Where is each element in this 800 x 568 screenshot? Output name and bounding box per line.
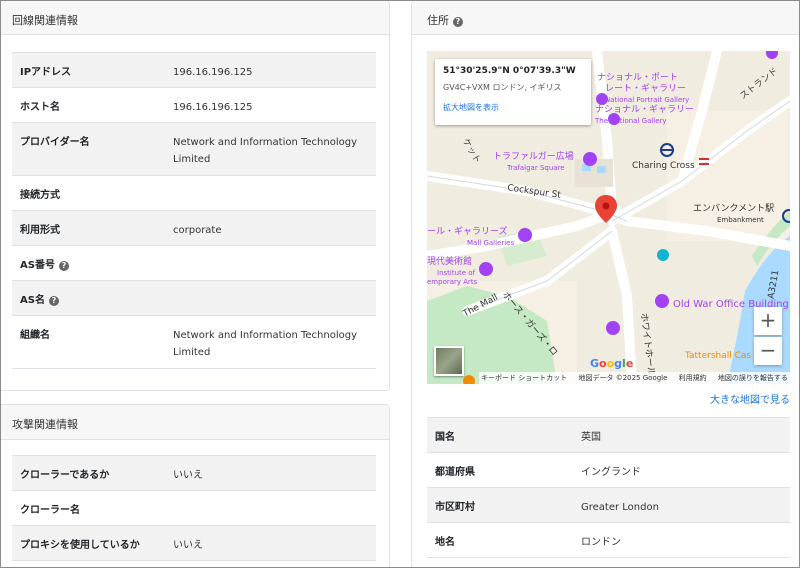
row-label: AS番号? (12, 245, 165, 281)
help-icon[interactable]: ? (48, 296, 59, 306)
row-value (165, 490, 376, 526)
row-value (165, 280, 376, 316)
table-row: クローラー名 (12, 490, 376, 526)
map-view[interactable]: ナショナル・ポート レート・ギャラリー National Portrait Ga… (427, 51, 790, 384)
map-data-credit: 地図データ ©2025 Google (578, 374, 668, 382)
terms-link[interactable]: 利用規約 (679, 374, 707, 382)
zoom-out-button[interactable]: − (754, 337, 782, 365)
map-label: emporary Arts (427, 278, 478, 286)
attack-info-card: 攻撃関連情報 クローラーであるか いいえ クローラー名 プロキシを使用しているか… (0, 404, 390, 568)
google-logo: Google (590, 357, 634, 370)
view-larger-map-link[interactable]: 拡大地図を表示 (443, 102, 583, 113)
map-label: 現代美術館 (427, 257, 473, 267)
map-label: ナショナル・ギャラリー (595, 105, 695, 115)
help-icon[interactable]: ? (58, 261, 69, 271)
line-info-header: 回線関連情報 (0, 1, 389, 35)
table-row: 都道府県 イングランド (427, 452, 790, 488)
table-row: クローラーであるか いいえ (12, 455, 376, 491)
table-row: プロキシを使用しているか いいえ (12, 525, 376, 561)
table-row: 利用形式 corporate (12, 210, 376, 246)
map-attribution: キーボード ショートカット 地図データ ©2025 Google 利用規約 地図… (479, 372, 790, 384)
larger-map-link[interactable]: 大きな地図で見る (710, 391, 790, 406)
row-value: いいえ (165, 455, 376, 491)
row-value: 196.16.196.125 (165, 52, 376, 88)
row-label: プロバイダー名 (12, 122, 165, 176)
map-info-popup: 51°30'25.9"N 0°07'39.3"W GV4C+VXM ロンドン, … (435, 59, 591, 125)
map-label: Tattershall Cas (685, 351, 752, 361)
row-value: corporate (165, 210, 376, 246)
table-row: 市区町村 Greater London (427, 487, 790, 523)
map-coordinates: 51°30'25.9"N 0°07'39.3"W (443, 66, 576, 76)
row-value (165, 175, 376, 211)
row-value: 英国 (573, 417, 790, 453)
address-table: 国名 英国 都道府県 イングランド 市区町村 Greater London 地名… (427, 417, 790, 558)
attack-info-header: 攻撃関連情報 (0, 405, 389, 440)
map-label: Charing Cross (632, 161, 695, 171)
attack-info-table: クローラーであるか いいえ クローラー名 プロキシを使用しているか いいえ (12, 455, 376, 561)
row-value: 196.16.196.125 (165, 87, 376, 123)
map-label: エンバンクメント駅 (693, 204, 775, 214)
report-error-link[interactable]: 地図の誤りを報告する (718, 374, 788, 382)
row-label: 組織名 (12, 315, 165, 369)
table-row: AS名? (12, 280, 376, 316)
row-label: 利用形式 (12, 210, 165, 246)
row-label: クローラー名 (12, 490, 165, 526)
line-info-table: IPアドレス 196.16.196.125 ホスト名 196.16.196.12… (12, 52, 376, 369)
row-value: いいえ (165, 525, 376, 561)
row-value: Greater London (573, 487, 790, 523)
as-name-label: AS名 (20, 295, 45, 306)
row-label: 接続方式 (12, 175, 165, 211)
table-row: プロバイダー名 Network and Information Technolo… (12, 122, 376, 176)
row-value: ロンドン (573, 522, 790, 558)
map-label: Embankment (717, 216, 764, 224)
row-label: 市区町村 (427, 487, 573, 523)
attack-info-title: 攻撃関連情報 (12, 418, 78, 431)
row-label: IPアドレス (12, 52, 165, 88)
table-row: AS番号? (12, 245, 376, 281)
row-label: プロキシを使用しているか (12, 525, 165, 561)
as-number-label: AS番号 (20, 260, 55, 271)
row-value: Network and Information Technology Limit… (165, 122, 376, 176)
row-label: 国名 (427, 417, 573, 453)
keyboard-shortcuts-link[interactable]: キーボード ショートカット (481, 374, 567, 382)
map-label: ール・ギャラリーズ (427, 227, 508, 237)
line-info-card: 回線関連情報 IPアドレス 196.16.196.125 ホスト名 196.16… (0, 0, 390, 391)
table-row: 国名 英国 (427, 417, 790, 453)
row-label: ホスト名 (12, 87, 165, 123)
table-row: 接続方式 (12, 175, 376, 211)
map-label: Trafalgar Square (507, 164, 565, 172)
satellite-toggle-thumbnail[interactable] (434, 346, 464, 376)
map-label: Mall Galleries (467, 239, 515, 247)
help-icon[interactable]: ? (453, 17, 463, 27)
line-info-title: 回線関連情報 (12, 14, 78, 27)
row-label: クローラーであるか (12, 455, 165, 491)
row-label: AS名? (12, 280, 165, 316)
map-label: ナショナル・ポート (597, 73, 679, 83)
table-row: ホスト名 196.16.196.125 (12, 87, 376, 123)
row-value (165, 245, 376, 281)
row-label: 都道府県 (427, 452, 573, 488)
table-row: 組織名 Network and Information Technology L… (12, 315, 376, 369)
address-header: 住所? (412, 1, 800, 35)
address-title: 住所 (427, 14, 449, 27)
map-label: レート・ギャラリー (605, 84, 687, 94)
row-value: イングランド (573, 452, 790, 488)
row-value: Network and Information Technology Limit… (165, 315, 376, 369)
map-label: トラファルガー広場 (493, 152, 574, 162)
table-row: IPアドレス 196.16.196.125 (12, 52, 376, 88)
table-row: 地名 ロンドン (427, 522, 790, 558)
zoom-in-button[interactable]: + (754, 307, 782, 335)
row-label: 地名 (427, 522, 573, 558)
map-label: The National Gallery (595, 117, 667, 125)
map-plus-code: GV4C+VXM ロンドン, イギリス (443, 83, 562, 92)
